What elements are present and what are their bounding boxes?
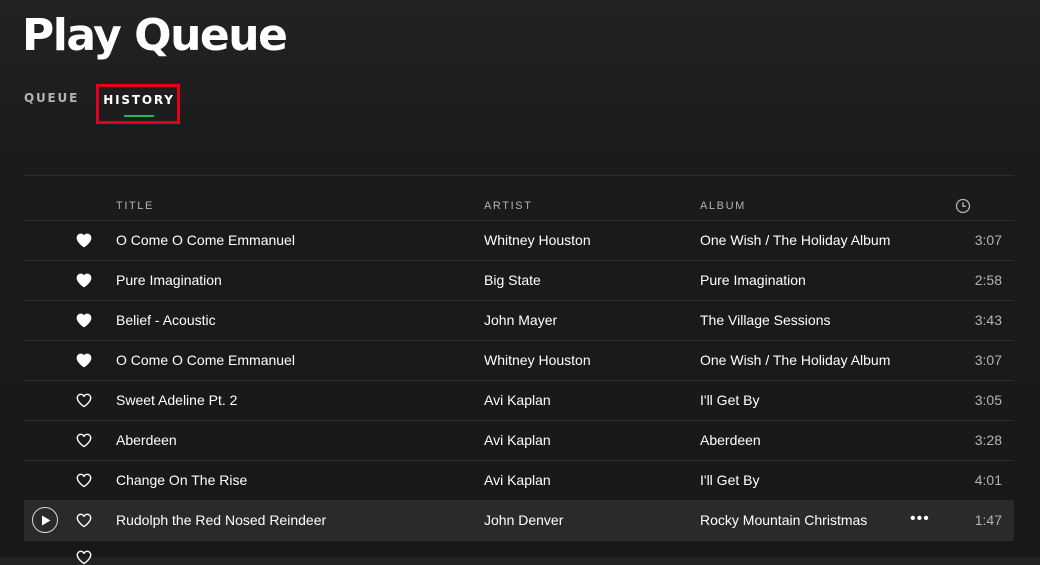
table-row[interactable]: Rudolph the Red Nosed Reindeer John Denve… — [24, 501, 1014, 541]
more-options-button[interactable]: ••• — [910, 501, 930, 537]
track-title[interactable]: Belief - Acoustic — [116, 301, 216, 340]
track-album[interactable]: The Village Sessions — [700, 301, 830, 340]
track-duration: 4:01 — [974, 472, 1002, 488]
track-rows: O Come O Come Emmanuel Whitney Houston One… — [24, 221, 1014, 541]
track-title[interactable]: O Come O Come Emmanuel — [116, 221, 295, 260]
table-row-partial — [24, 541, 1014, 565]
table-row[interactable]: Belief - Acoustic John Mayer The Village S… — [24, 301, 1014, 341]
track-album[interactable]: Aberdeen — [700, 421, 761, 460]
page-title: Play Queue — [22, 10, 288, 61]
tab-queue[interactable]: QUEUE — [24, 84, 79, 112]
track-duration: 3:05 — [974, 392, 1002, 408]
table-row[interactable]: Sweet Adeline Pt. 2 Avi Kaplan I'll Get By… — [24, 381, 1014, 421]
track-title[interactable]: Change On The Rise — [116, 461, 247, 500]
track-duration: 3:28 — [974, 432, 1002, 448]
heart-outline-icon[interactable] — [76, 550, 92, 565]
track-artist[interactable]: John Mayer — [484, 301, 557, 340]
track-album[interactable]: One Wish / The Holiday Album — [700, 221, 890, 260]
heart-filled-icon[interactable] — [76, 313, 92, 328]
heart-outline-icon[interactable] — [76, 473, 92, 488]
column-header-title[interactable]: TITLE — [116, 200, 154, 212]
track-duration: 2:58 — [974, 272, 1002, 288]
track-title[interactable]: O Come O Come Emmanuel — [116, 341, 295, 380]
table-row[interactable]: O Come O Come Emmanuel Whitney Houston One… — [24, 341, 1014, 381]
track-title[interactable]: Rudolph the Red Nosed Reindeer — [116, 501, 326, 540]
heart-filled-icon[interactable] — [76, 353, 92, 368]
tracklist-header: TITLE ARTIST ALBUM — [24, 176, 1014, 221]
track-album[interactable]: I'll Get By — [700, 381, 759, 420]
track-album[interactable]: I'll Get By — [700, 461, 759, 500]
tab-history[interactable]: HISTORY — [96, 84, 180, 124]
heart-outline-icon[interactable] — [76, 433, 92, 448]
heart-filled-icon[interactable] — [76, 233, 92, 248]
play-button[interactable] — [32, 507, 58, 533]
track-artist[interactable]: John Denver — [484, 501, 563, 540]
track-artist[interactable]: Avi Kaplan — [484, 461, 551, 500]
track-album[interactable]: One Wish / The Holiday Album — [700, 341, 890, 380]
tab-history-label: HISTORY — [103, 93, 175, 107]
track-title[interactable]: Aberdeen — [116, 421, 177, 460]
play-icon — [42, 515, 51, 526]
tracklist: TITLE ARTIST ALBUM O Come O Come Emmanue… — [24, 175, 1014, 565]
heart-outline-icon[interactable] — [76, 393, 92, 408]
track-duration: 3:43 — [974, 312, 1002, 328]
track-artist[interactable]: Avi Kaplan — [484, 421, 551, 460]
table-row[interactable]: Aberdeen Avi Kaplan Aberdeen 3:28 — [24, 421, 1014, 461]
heart-filled-icon[interactable] — [76, 273, 92, 288]
track-title[interactable]: Sweet Adeline Pt. 2 — [116, 381, 237, 420]
heart-outline-icon[interactable] — [76, 513, 92, 528]
table-row[interactable]: Change On The Rise Avi Kaplan I'll Get By 4… — [24, 461, 1014, 501]
track-duration: 1:47 — [974, 512, 1002, 528]
track-duration: 3:07 — [974, 352, 1002, 368]
track-artist[interactable]: Big State — [484, 261, 541, 300]
track-artist[interactable]: Whitney Houston — [484, 341, 591, 380]
track-artist[interactable]: Avi Kaplan — [484, 381, 551, 420]
table-row[interactable]: Pure Imagination Big State Pure Imaginatio… — [24, 261, 1014, 301]
column-header-artist[interactable]: ARTIST — [484, 200, 533, 212]
tab-active-indicator — [124, 115, 154, 117]
track-album[interactable]: Rocky Mountain Christmas — [700, 501, 867, 540]
track-duration: 3:07 — [974, 232, 1002, 248]
track-album[interactable]: Pure Imagination — [700, 261, 806, 300]
column-header-album[interactable]: ALBUM — [700, 200, 746, 212]
track-title[interactable]: Pure Imagination — [116, 261, 222, 300]
track-artist[interactable]: Whitney Houston — [484, 221, 591, 260]
table-row[interactable]: O Come O Come Emmanuel Whitney Houston One… — [24, 221, 1014, 261]
clock-icon[interactable] — [955, 198, 971, 214]
